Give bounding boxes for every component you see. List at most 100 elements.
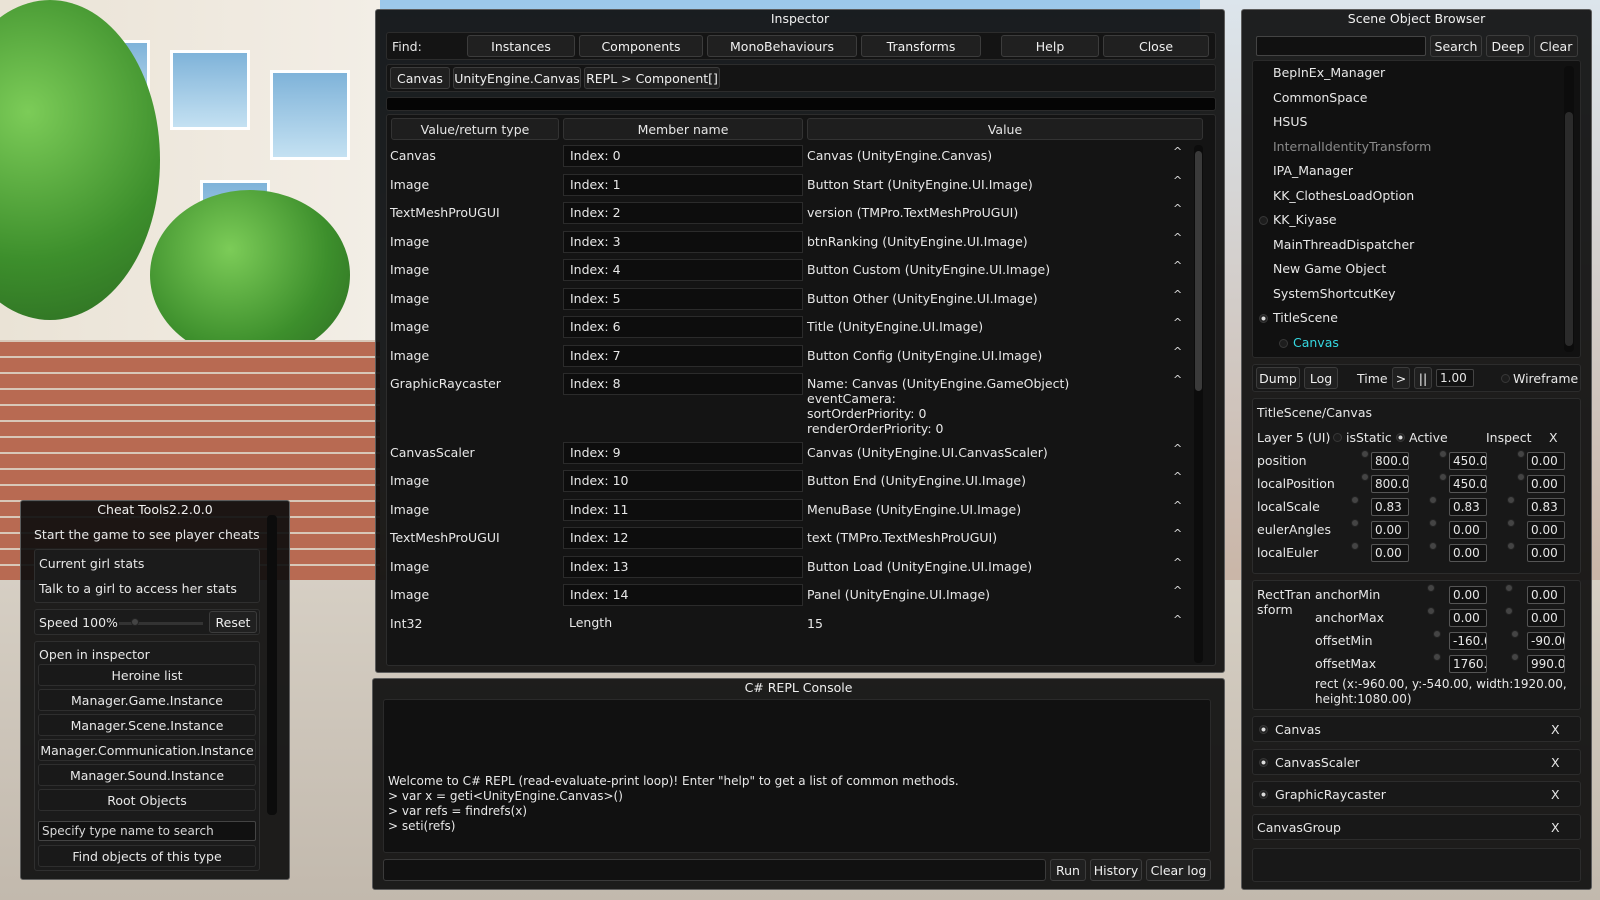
row-value[interactable]: Panel (UnityEngine.UI.Image) bbox=[807, 587, 990, 602]
pause-button[interactable]: || bbox=[1414, 367, 1432, 389]
scene-object-item[interactable]: IPA_Manager bbox=[1273, 162, 1353, 180]
rect-value-field[interactable]: 0.00 bbox=[1449, 586, 1487, 604]
row-member[interactable]: Index: 5 bbox=[563, 288, 803, 310]
transform-slider-handle[interactable] bbox=[1507, 542, 1515, 550]
transform-slider-handle[interactable] bbox=[1429, 496, 1437, 504]
row-member[interactable]: Index: 6 bbox=[563, 316, 803, 338]
transform-slider-handle[interactable] bbox=[1429, 542, 1437, 550]
scene-object-item[interactable]: BepInEx_Manager bbox=[1273, 64, 1385, 82]
rect-value-field[interactable]: 0.00 bbox=[1527, 609, 1565, 627]
active-toggle[interactable] bbox=[1396, 433, 1405, 442]
remove-component-button[interactable]: X bbox=[1551, 787, 1560, 802]
component-enabled-toggle[interactable] bbox=[1259, 757, 1268, 767]
scene-object-item[interactable]: KK_Kiyase bbox=[1273, 211, 1337, 229]
rect-slider-handle[interactable] bbox=[1505, 584, 1513, 592]
component-name[interactable]: Canvas bbox=[1275, 722, 1321, 737]
cheat-scrollbar[interactable] bbox=[267, 515, 277, 815]
transform-slider-handle[interactable] bbox=[1507, 519, 1515, 527]
row-expand-button[interactable]: ^ bbox=[1173, 499, 1182, 512]
transform-value-field[interactable]: 0.83 bbox=[1527, 498, 1565, 516]
row-member[interactable]: Index: 12 bbox=[563, 527, 803, 549]
transform-slider-handle[interactable] bbox=[1351, 542, 1359, 550]
clear-log-button[interactable]: Clear log bbox=[1146, 859, 1211, 881]
row-expand-button[interactable]: ^ bbox=[1173, 202, 1182, 215]
transform-value-field[interactable]: 0.00 bbox=[1527, 452, 1565, 470]
breadcrumb-unityengine-canvas[interactable]: UnityEngine.Canvas bbox=[453, 67, 581, 89]
transform-slider-handle[interactable] bbox=[1517, 473, 1525, 481]
play-button[interactable]: > bbox=[1392, 367, 1410, 389]
transform-value-field[interactable]: 0.00 bbox=[1371, 521, 1409, 539]
row-value[interactable]: Canvas (UnityEngine.UI.CanvasScaler) bbox=[807, 445, 1048, 460]
run-button[interactable]: Run bbox=[1050, 859, 1086, 881]
scene-object-item[interactable]: TitleScene bbox=[1273, 309, 1338, 327]
row-member[interactable]: Index: 10 bbox=[563, 470, 803, 492]
expand-toggle[interactable] bbox=[1259, 314, 1268, 323]
rect-slider-handle[interactable] bbox=[1505, 607, 1513, 615]
dump-button[interactable]: Dump bbox=[1256, 367, 1300, 389]
transform-value-field[interactable]: 800.0 bbox=[1371, 452, 1409, 470]
row-expand-button[interactable]: ^ bbox=[1173, 288, 1182, 301]
row-expand-button[interactable]: ^ bbox=[1173, 231, 1182, 244]
scene-search-input[interactable] bbox=[1256, 36, 1426, 56]
row-value[interactable]: Button Config (UnityEngine.UI.Image) bbox=[807, 348, 1042, 363]
history-button[interactable]: History bbox=[1090, 859, 1142, 881]
members-scrollbar[interactable] bbox=[1194, 145, 1203, 663]
rect-slider-handle[interactable] bbox=[1427, 584, 1435, 592]
transform-slider-handle[interactable] bbox=[1361, 450, 1369, 458]
row-value[interactable]: Button Load (UnityEngine.UI.Image) bbox=[807, 559, 1032, 574]
deep-search-button[interactable]: Deep bbox=[1486, 35, 1530, 57]
rect-slider-handle[interactable] bbox=[1433, 630, 1441, 638]
speed-reset-button[interactable]: Reset bbox=[209, 611, 257, 633]
transform-slider-handle[interactable] bbox=[1439, 473, 1447, 481]
row-member[interactable]: Index: 4 bbox=[563, 259, 803, 281]
row-member[interactable]: Index: 11 bbox=[563, 499, 803, 521]
time-scale-input[interactable]: 1.00 bbox=[1436, 369, 1474, 387]
transform-slider-handle[interactable] bbox=[1507, 496, 1515, 504]
component-name[interactable]: GraphicRaycaster bbox=[1275, 787, 1386, 802]
repl-input[interactable] bbox=[383, 859, 1046, 881]
scene-search-button[interactable]: Search bbox=[1430, 35, 1482, 57]
type-search-input[interactable]: Specify type name to search bbox=[38, 821, 256, 841]
row-member[interactable]: Index: 2 bbox=[563, 202, 803, 224]
find-transforms-button[interactable]: Transforms bbox=[861, 35, 981, 57]
row-value[interactable]: Canvas (UnityEngine.Canvas) bbox=[807, 148, 992, 163]
row-expand-button[interactable]: ^ bbox=[1173, 373, 1182, 386]
clear-search-button[interactable]: Clear bbox=[1534, 35, 1578, 57]
inspector-scroll-bar[interactable] bbox=[386, 97, 1216, 111]
scene-object-item[interactable]: Canvas bbox=[1293, 334, 1339, 352]
transform-value-field[interactable]: 0.00 bbox=[1449, 521, 1487, 539]
row-expand-button[interactable]: ^ bbox=[1173, 345, 1182, 358]
rect-value-field[interactable]: 0.00 bbox=[1527, 586, 1565, 604]
inspect-button[interactable]: Inspect bbox=[1486, 430, 1532, 445]
component-enabled-toggle[interactable] bbox=[1259, 790, 1268, 799]
transform-value-field[interactable]: 0.00 bbox=[1449, 544, 1487, 562]
find-instances-button[interactable]: Instances bbox=[467, 35, 575, 57]
transform-value-field[interactable]: 0.00 bbox=[1527, 475, 1565, 493]
scene-object-item[interactable]: SystemShortcutKey bbox=[1273, 285, 1396, 303]
is-static-toggle[interactable] bbox=[1333, 433, 1342, 442]
wireframe-toggle[interactable] bbox=[1501, 374, 1510, 383]
row-expand-button[interactable]: ^ bbox=[1173, 613, 1182, 626]
row-expand-button[interactable]: ^ bbox=[1173, 442, 1182, 455]
transform-value-field[interactable]: 0.00 bbox=[1527, 521, 1565, 539]
transform-slider-handle[interactable] bbox=[1361, 473, 1369, 481]
rect-value-field[interactable]: -90.00 bbox=[1527, 632, 1565, 650]
members-scroll-thumb[interactable] bbox=[1195, 151, 1202, 391]
close-button[interactable]: Close bbox=[1103, 35, 1209, 57]
component-enabled-toggle[interactable] bbox=[1259, 725, 1268, 734]
transform-slider-handle[interactable] bbox=[1351, 519, 1359, 527]
row-value[interactable]: Button End (UnityEngine.UI.Image) bbox=[807, 473, 1026, 488]
row-member[interactable]: Length bbox=[563, 613, 803, 635]
rect-value-field[interactable]: 1760. bbox=[1449, 655, 1487, 673]
find-monobehaviours-button[interactable]: MonoBehaviours bbox=[707, 35, 857, 57]
row-expand-button[interactable]: ^ bbox=[1173, 174, 1182, 187]
rect-value-field[interactable]: -160.0 bbox=[1449, 632, 1487, 650]
scene-object-item[interactable]: MainThreadDispatcher bbox=[1273, 236, 1414, 254]
breadcrumb-repl-component[interactable]: REPL > Component[] bbox=[584, 67, 720, 89]
scene-list-scrollbar[interactable] bbox=[1564, 66, 1574, 352]
transform-slider-handle[interactable] bbox=[1439, 450, 1447, 458]
expand-toggle[interactable] bbox=[1279, 338, 1288, 348]
remove-component-button[interactable]: X bbox=[1551, 820, 1560, 835]
row-member[interactable]: Index: 0 bbox=[563, 145, 803, 167]
scene-object-item[interactable]: CommonSpace bbox=[1273, 89, 1367, 107]
